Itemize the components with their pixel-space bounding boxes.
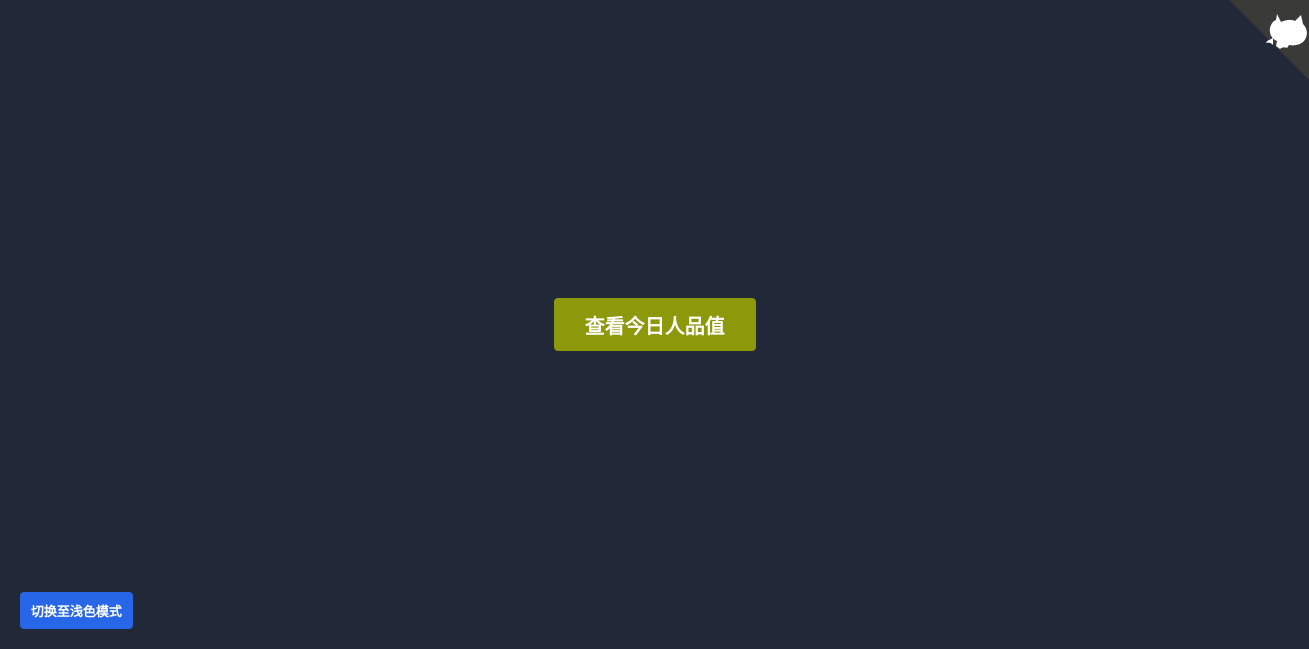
github-corner-banner — [1229, 0, 1309, 80]
github-corner-link[interactable] — [1229, 0, 1309, 80]
theme-toggle-button[interactable]: 切换至浅色模式 — [20, 592, 133, 629]
page: 查看今日人品值 切换至浅色模式 — [0, 0, 1309, 649]
check-luck-button[interactable]: 查看今日人品值 — [554, 298, 756, 351]
